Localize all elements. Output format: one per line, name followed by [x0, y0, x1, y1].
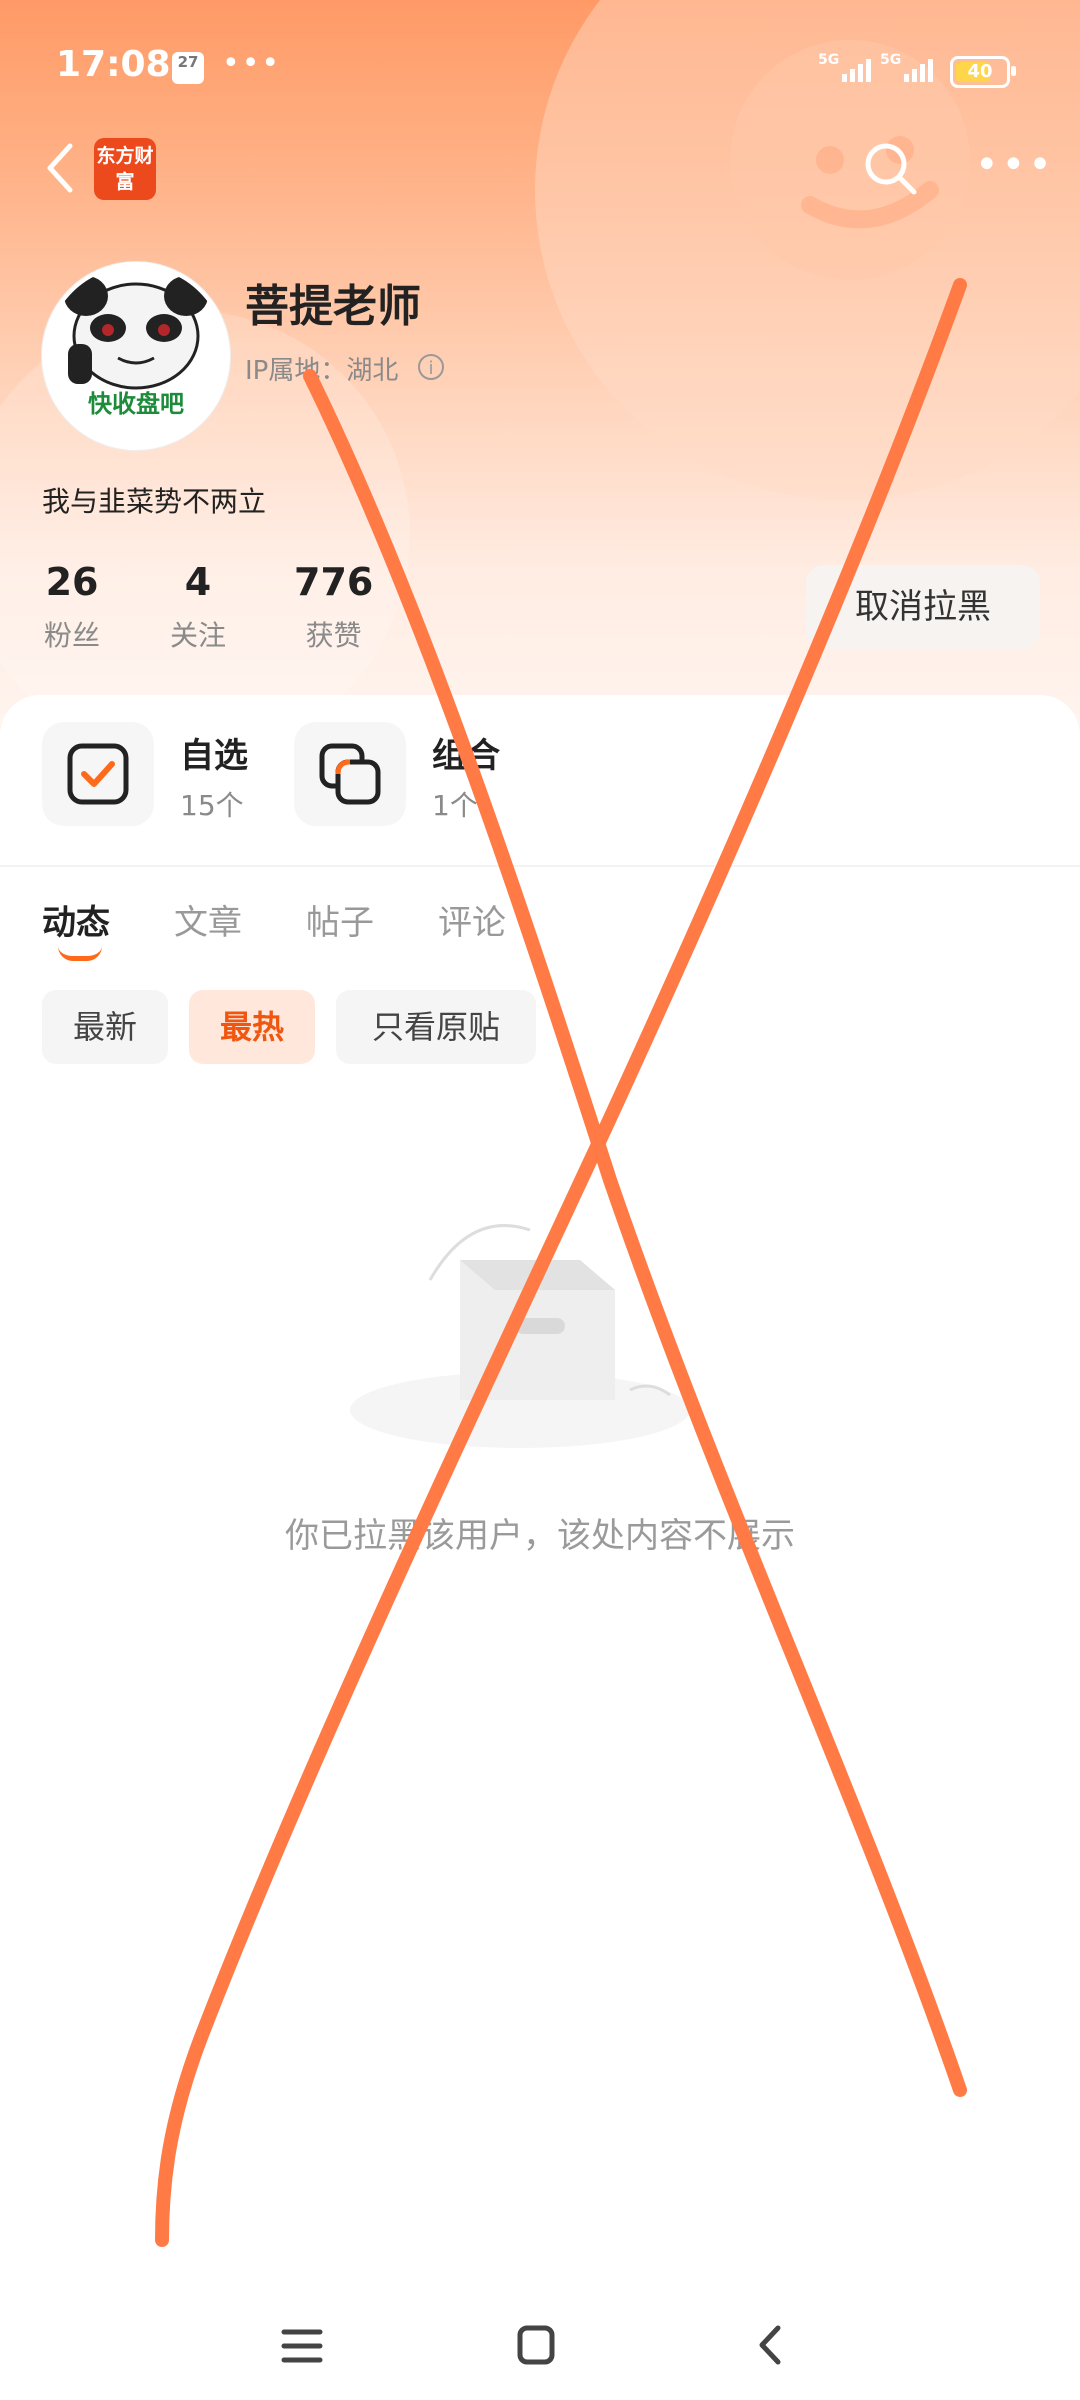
panda-avatar-image [64, 276, 208, 390]
watchlist-count: 15个 [180, 789, 244, 822]
status-bar: 17:08 27 ••• 5G 5G 40 [0, 0, 1080, 140]
tab-articles[interactable]: 文章 [174, 895, 242, 944]
menu-icon[interactable] [262, 2310, 342, 2380]
avatar-caption: 快收盘吧 [88, 390, 184, 418]
filter-hot[interactable]: 最热 [189, 990, 315, 1064]
stat-label: 粉丝 [44, 619, 101, 652]
portfolio-title[interactable]: 组合 [432, 728, 500, 777]
tab-activity[interactable]: 动态 [42, 895, 110, 944]
sim1-label: 5G [818, 52, 840, 68]
status-more-dots: ••• [222, 46, 282, 81]
filter-latest[interactable]: 最新 [42, 990, 168, 1064]
filter-original-only[interactable]: 只看原贴 [336, 990, 536, 1064]
back-arrow-icon[interactable] [40, 138, 80, 198]
stat-following[interactable]: 4 关注 [170, 560, 226, 654]
portfolio-entry[interactable] [294, 722, 406, 826]
stat-likes[interactable]: 776 获赞 [294, 560, 373, 654]
stat-label: 关注 [170, 619, 227, 652]
search-icon[interactable] [860, 138, 920, 198]
empty-state-message: 你已拉黑该用户，该处内容不展示 [285, 1516, 795, 1556]
signal-icon [904, 56, 933, 82]
more-options-icon[interactable]: ••• [975, 145, 1052, 190]
profile-bio: 我与韭菜势不两立 [42, 485, 267, 518]
stat-value: 776 [294, 560, 374, 604]
tab-posts[interactable]: 帖子 [306, 895, 374, 944]
battery-level: 40 [967, 61, 993, 82]
sim2-label: 5G [880, 52, 902, 68]
stat-value: 4 [184, 560, 212, 604]
watchlist-entry[interactable] [42, 722, 154, 826]
stat-value: 26 [45, 560, 99, 604]
signal-icon [842, 56, 871, 82]
portfolio-icon [319, 743, 381, 805]
profile-username: 菩提老师 [245, 281, 421, 332]
status-time: 17:08 [56, 44, 171, 85]
battery-icon: 40 [950, 56, 1016, 88]
ip-location: IP属地：湖北 [245, 356, 399, 386]
calendar-icon: 27 [172, 52, 204, 84]
tab-comments[interactable]: 评论 [438, 895, 506, 944]
stat-label: 获赞 [305, 619, 362, 652]
info-icon[interactable]: i [418, 354, 444, 380]
portfolio-count: 1个 [432, 789, 478, 822]
checkbox-icon [67, 743, 129, 805]
watchlist-title[interactable]: 自选 [180, 728, 248, 777]
avatar[interactable]: 快收盘吧 [42, 262, 230, 450]
stat-followers[interactable]: 26 粉丝 [44, 560, 100, 654]
app-logo: 东方财富 [94, 138, 156, 200]
home-icon[interactable] [496, 2310, 576, 2380]
unblock-button[interactable]: 取消拉黑 [806, 565, 1040, 649]
empty-box-illustration [350, 1224, 690, 1448]
back-icon[interactable] [730, 2310, 810, 2380]
section-divider [0, 865, 1080, 867]
system-nav-bar [0, 2290, 1080, 2400]
